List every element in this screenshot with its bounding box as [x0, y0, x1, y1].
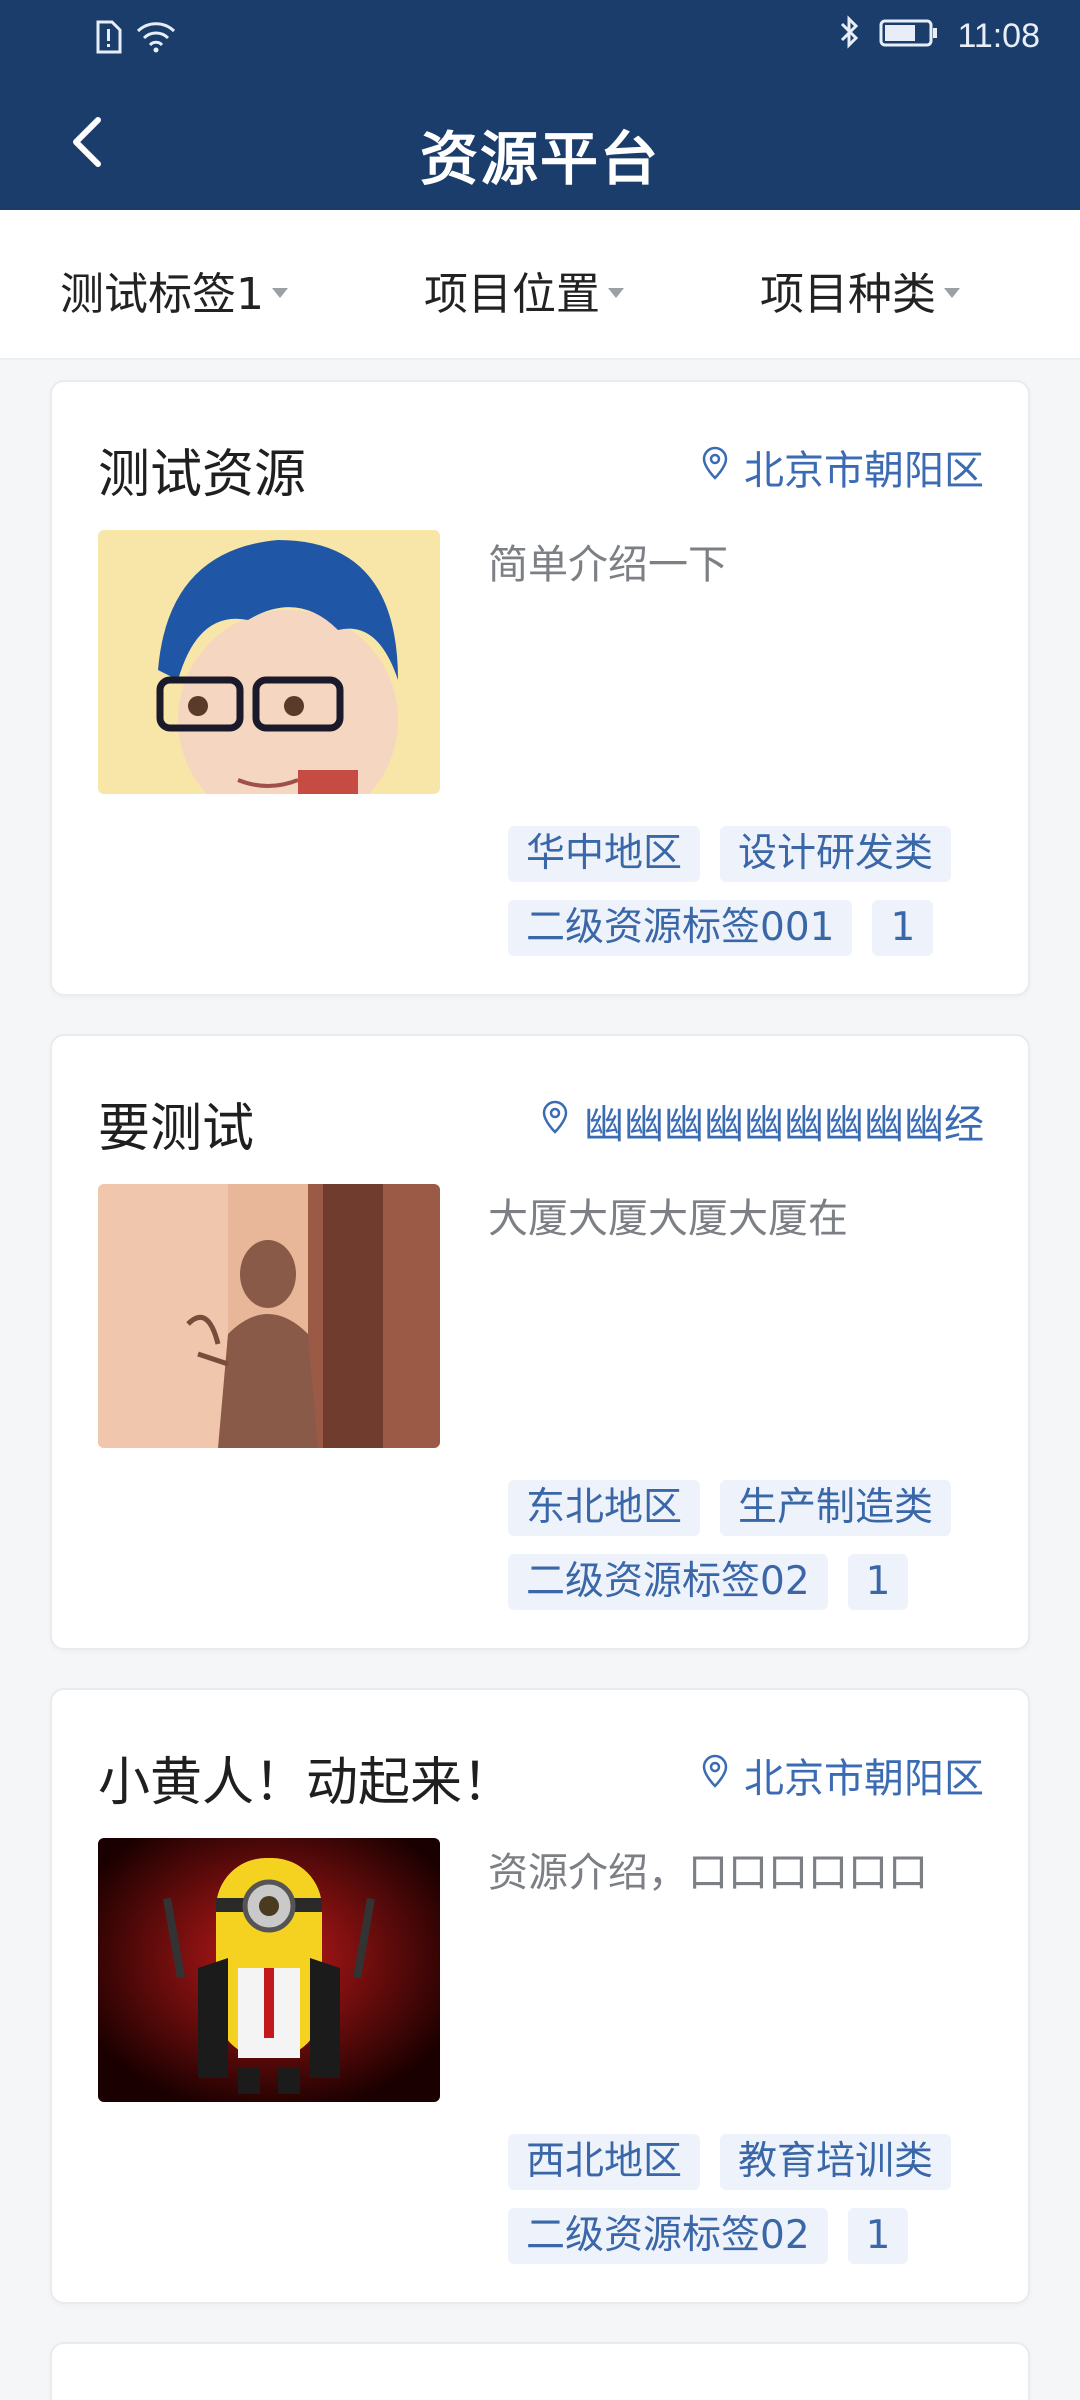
filter-label: 测试标签1 [60, 269, 264, 320]
resource-card[interactable]: 测试资源 北京市朝阳区 简单介绍一下 华中地区 设计研发类 二级资源标签001 … [50, 380, 1030, 996]
location-text: 北京市朝阳区 [744, 1756, 984, 1802]
filter-label: 项目种类 [760, 269, 936, 320]
filter-category[interactable]: 项目种类 [760, 258, 960, 322]
tag: 东北地区 [508, 1480, 701, 1536]
card-location: 北京市朝阳区 [702, 438, 984, 496]
card-thumbnail [98, 1184, 440, 1448]
card-title: 要测试 [98, 1099, 255, 1159]
caret-down-icon [944, 288, 960, 298]
tag: 华中地区 [508, 826, 701, 882]
tag: 二级资源标签001 [508, 900, 853, 956]
caret-down-icon [272, 288, 288, 298]
resource-card[interactable] [50, 2342, 1030, 2400]
resource-card[interactable]: 小黄人！动起来！ 北京市朝阳区 资源介绍，口口口口口口 西北地区 教育培训类 二… [50, 1688, 1030, 2304]
card-description: 简单介绍一下 [488, 542, 728, 588]
card-description: 资源介绍，口口口口口口 [488, 1850, 928, 1896]
card-title: 测试资源 [98, 445, 307, 505]
card-title: 小黄人！动起来！ [98, 1753, 515, 1813]
tag-list: 西北地区 教育培训类 二级资源标签02 1 [508, 2134, 988, 2264]
tag: 1 [847, 2208, 909, 2264]
location-text: 幽幽幽幽幽幽幽幽幽经 [584, 1102, 984, 1148]
status-bar: 11:08 [0, 0, 1080, 78]
tag-list: 华中地区 设计研发类 二级资源标签001 1 [508, 826, 988, 956]
tag: 1 [847, 1554, 909, 1610]
filter-bar: 测试标签1 项目位置 项目种类 [0, 210, 1080, 360]
tag: 教育培训类 [720, 2134, 952, 2190]
tag: 二级资源标签02 [508, 1554, 828, 1610]
tag: 西北地区 [508, 2134, 701, 2190]
tag-list: 东北地区 生产制造类 二级资源标签02 1 [508, 1480, 988, 1610]
tag: 1 [872, 900, 934, 956]
location-pin-icon [542, 1098, 568, 1144]
card-thumbnail [98, 1838, 440, 2102]
location-pin-icon [702, 444, 728, 490]
sim-alert-icon [94, 20, 122, 58]
status-time: 11:08 [957, 17, 1040, 55]
tag: 二级资源标签02 [508, 2208, 828, 2264]
tag: 生产制造类 [720, 1480, 952, 1536]
card-description: 大厦大厦大厦大厦在 [488, 1196, 848, 1242]
bluetooth-icon [839, 14, 861, 59]
wifi-icon [136, 21, 176, 57]
nav-bar: 资源平台 [0, 78, 1080, 210]
battery-icon [879, 17, 939, 57]
page-title: 资源平台 [419, 125, 660, 193]
location-text: 北京市朝阳区 [744, 448, 984, 494]
resource-card[interactable]: 要测试 幽幽幽幽幽幽幽幽幽经 大厦大厦大厦大厦在 东北地区 生产制造类 二级资源… [50, 1034, 1030, 1650]
card-thumbnail [98, 530, 440, 794]
tag: 设计研发类 [720, 826, 952, 882]
filter-label: 项目位置 [424, 269, 600, 320]
location-pin-icon [702, 1752, 728, 1798]
filter-tag[interactable]: 测试标签1 [60, 258, 288, 322]
filter-location[interactable]: 项目位置 [424, 258, 624, 322]
card-location: 北京市朝阳区 [702, 1746, 984, 1804]
caret-down-icon [608, 288, 624, 298]
card-location: 幽幽幽幽幽幽幽幽幽经 [542, 1092, 984, 1150]
